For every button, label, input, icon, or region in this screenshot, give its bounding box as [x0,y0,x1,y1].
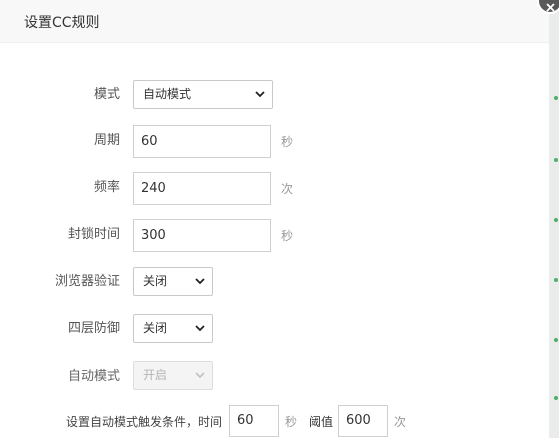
cc-rule-dialog: 设置CC规则 模式 自动模式 周期 60 秒 频率 240 次 封锁时间 300… [0,0,549,438]
status-dot [554,278,558,282]
dialog-header: 设置CC规则 [0,0,549,43]
status-dot [554,338,558,342]
chevron-down-icon [255,91,265,98]
period-input[interactable]: 60 [133,125,271,158]
browser-verify-value: 关闭 [143,274,168,288]
auto-trigger-prefix: 设置自动模式触发条件，时间 [66,415,223,429]
auto-mode-value: 开启 [143,368,168,382]
status-dot [554,158,558,162]
block-time-unit: 秒 [281,229,294,243]
browser-verify-label: 浏览器验证 [54,274,120,289]
browser-verify-select[interactable]: 关闭 [133,267,213,296]
frequency-input[interactable]: 240 [133,172,271,205]
auto-mode-label: 自动模式 [67,369,120,384]
layer4-defense-value: 关闭 [143,321,168,335]
status-dot [554,96,558,100]
layer4-defense-label: 四层防御 [67,321,120,336]
background-page-strip [549,0,559,438]
auto-mode-select[interactable]: 开启 [133,361,213,390]
frequency-unit: 次 [281,182,294,196]
threshold-label: 阈值 [309,415,334,429]
block-time-label: 封锁时间 [67,227,120,242]
close-icon [546,3,555,12]
chevron-down-icon [195,372,205,379]
frequency-label: 频率 [93,180,120,195]
chevron-down-icon [195,278,205,285]
threshold-input[interactable]: 600 [338,405,388,437]
period-unit: 秒 [281,135,294,149]
mode-label: 模式 [93,87,120,102]
dialog-title: 设置CC规则 [24,15,100,31]
status-dot [554,396,558,400]
period-label: 周期 [93,133,120,148]
block-time-input[interactable]: 300 [133,219,271,252]
layer4-defense-select[interactable]: 关闭 [133,314,213,343]
chevron-down-icon [195,325,205,332]
threshold-unit: 次 [394,415,407,429]
status-dot [554,218,558,222]
mode-select[interactable]: 自动模式 [133,80,273,109]
mode-select-value: 自动模式 [143,87,192,101]
trigger-time-unit: 秒 [285,415,298,429]
trigger-time-input[interactable]: 60 [229,405,279,437]
